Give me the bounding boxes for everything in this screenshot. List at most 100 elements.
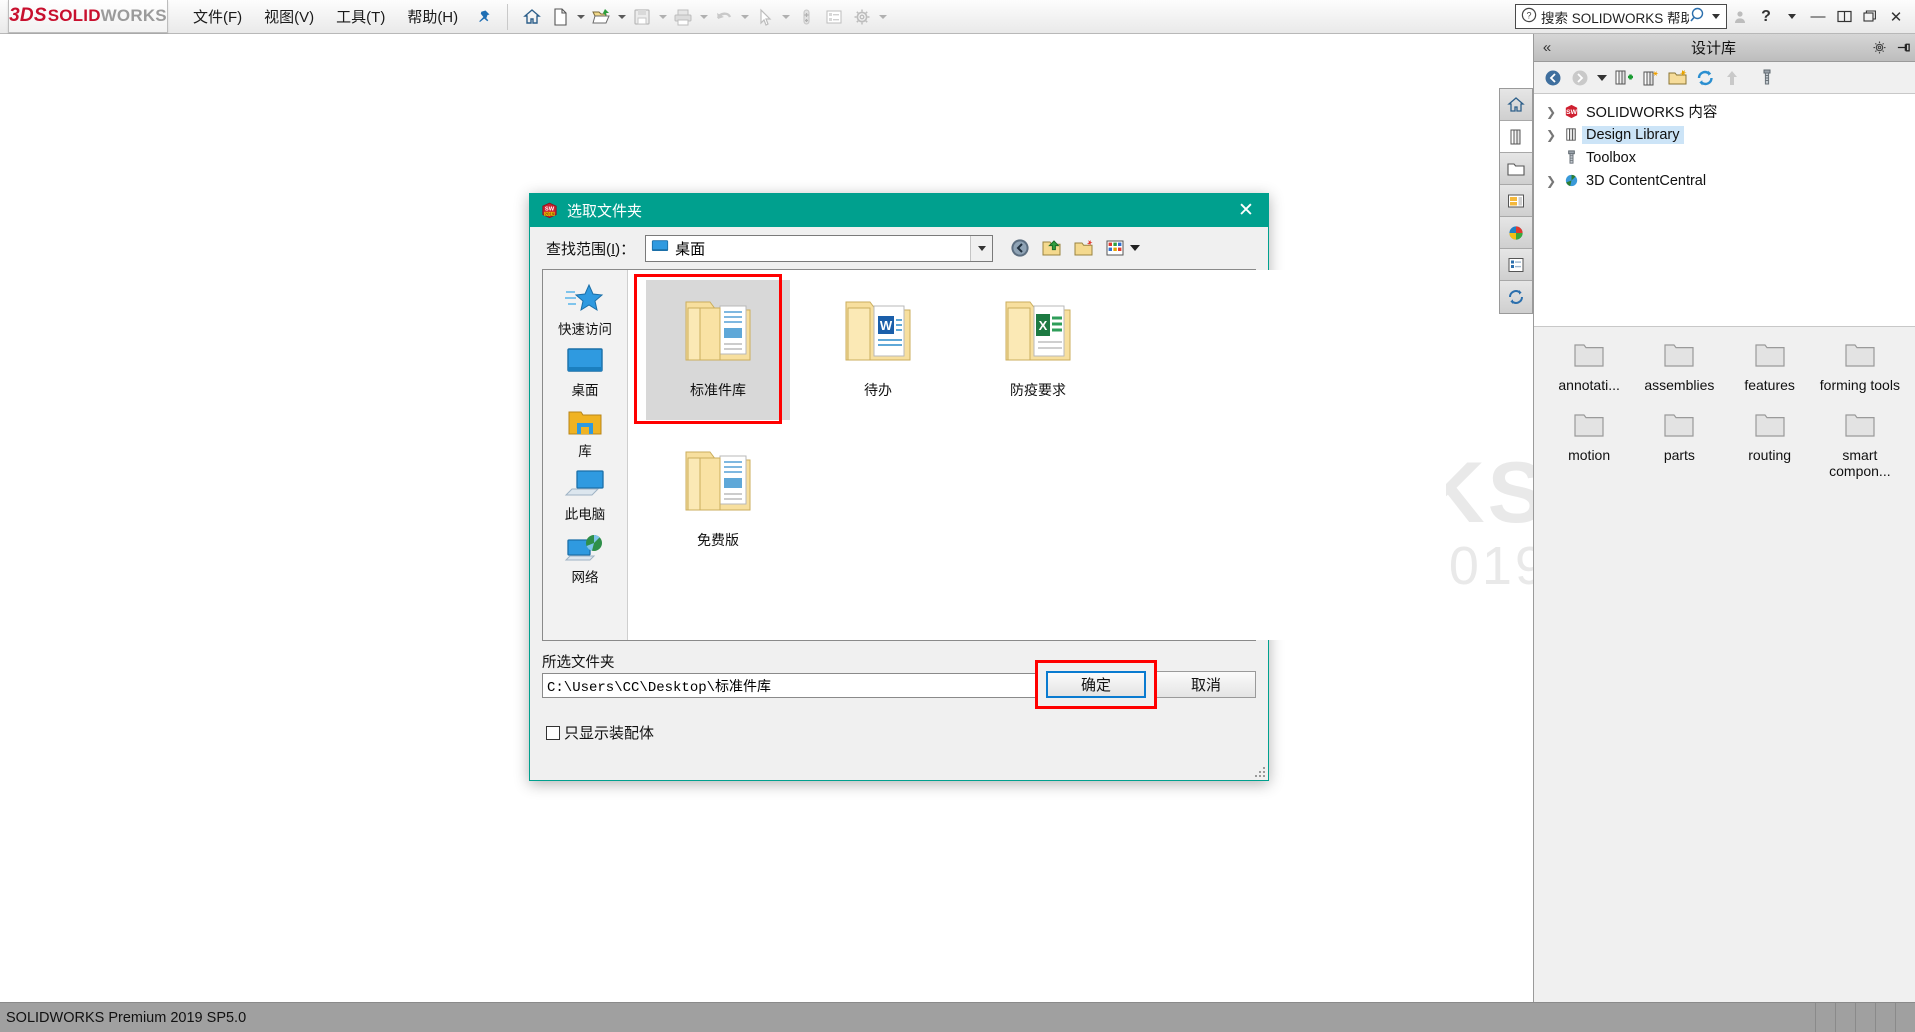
menu-help[interactable]: 帮助(H) bbox=[396, 1, 469, 32]
menu-tools[interactable]: 工具(T) bbox=[325, 1, 396, 32]
only-assemblies-row[interactable]: 只显示装配体 bbox=[546, 722, 1268, 743]
dialog-title-bar[interactable]: SW2019 选取文件夹 ✕ bbox=[530, 194, 1268, 227]
add-file-location-icon[interactable] bbox=[1638, 65, 1664, 91]
library-folder-motion[interactable]: motion bbox=[1544, 411, 1634, 479]
home-icon[interactable] bbox=[518, 3, 546, 31]
cancel-button[interactable]: 取消 bbox=[1156, 671, 1256, 698]
folder-with-excel-doc-icon: X bbox=[994, 288, 1082, 374]
globe-icon bbox=[1560, 172, 1582, 189]
library-folder-routing[interactable]: routing bbox=[1725, 411, 1815, 479]
gear-icon[interactable] bbox=[1867, 40, 1891, 55]
place-network[interactable]: 网络 bbox=[543, 532, 627, 586]
menu-file[interactable]: 文件(F) bbox=[182, 1, 253, 32]
toolbox-icon[interactable] bbox=[1754, 65, 1780, 91]
back-icon[interactable] bbox=[1007, 235, 1033, 261]
refresh-icon[interactable] bbox=[1692, 65, 1718, 91]
pin-icon[interactable] bbox=[475, 9, 491, 25]
ok-button-wrapper: 确定 bbox=[1046, 671, 1146, 698]
folder-icon bbox=[1753, 411, 1787, 443]
look-in-label: 查找范围(I)： bbox=[546, 238, 635, 259]
file-item-standard-parts-library[interactable]: 标准件库 bbox=[646, 280, 790, 420]
only-assemblies-checkbox[interactable] bbox=[546, 726, 560, 740]
library-folder-parts[interactable]: parts bbox=[1634, 411, 1724, 479]
tree-item-solidworks-content[interactable]: ❯ SW SOLIDWORKS 内容 bbox=[1534, 100, 1915, 123]
place-desktop[interactable]: 桌面 bbox=[543, 347, 627, 399]
tab-3d-contentcentral[interactable] bbox=[1500, 217, 1532, 249]
tree-item-design-library[interactable]: ❯ Design Library bbox=[1534, 123, 1915, 146]
back-icon[interactable] bbox=[1540, 65, 1566, 91]
tab-view-palette[interactable] bbox=[1500, 185, 1532, 217]
close-icon[interactable]: ✕ bbox=[1224, 194, 1268, 227]
design-library-icon bbox=[1560, 126, 1582, 143]
tab-design-library[interactable] bbox=[1500, 121, 1532, 153]
open-folder-dropdown-icon[interactable] bbox=[615, 3, 628, 31]
dialog-title: 选取文件夹 bbox=[567, 200, 1224, 221]
status-bar-cells bbox=[1815, 1003, 1915, 1032]
library-folder-smart-components[interactable]: smart compon... bbox=[1815, 411, 1905, 479]
solidworks-logo[interactable]: 3DSSOLIDWORKS bbox=[8, 0, 168, 33]
selected-folder-path-input[interactable]: C:\Users\CC\Desktop\标准件库 bbox=[542, 673, 1036, 698]
search-icon[interactable] bbox=[1689, 6, 1709, 28]
tab-custom-properties[interactable] bbox=[1500, 249, 1532, 281]
library-folder-forming-tools[interactable]: forming tools bbox=[1815, 341, 1905, 393]
views-dropdown-icon[interactable] bbox=[1103, 235, 1141, 261]
design-library-toolbar bbox=[1534, 62, 1915, 94]
tree-item-toolbox[interactable]: Toolbox bbox=[1534, 146, 1915, 169]
status-cell bbox=[1895, 1003, 1915, 1032]
search-dropdown-icon[interactable] bbox=[1709, 14, 1723, 19]
place-label: 此电脑 bbox=[565, 503, 606, 523]
look-in-combo[interactable]: 桌面 bbox=[645, 235, 993, 262]
status-text: SOLIDWORKS Premium 2019 SP5.0 bbox=[0, 1010, 246, 1026]
minimize-button[interactable]: — bbox=[1805, 4, 1831, 30]
places-bar: 快速访问 桌面 库 此电脑 网络 bbox=[543, 270, 628, 640]
place-this-pc[interactable]: 此电脑 bbox=[543, 469, 627, 523]
help-question-icon[interactable]: ? bbox=[1753, 4, 1779, 30]
options-dropdown-icon bbox=[876, 3, 889, 31]
chevron-down-icon[interactable] bbox=[970, 236, 992, 261]
folder-icon bbox=[1662, 411, 1696, 443]
close-button[interactable]: ✕ bbox=[1883, 4, 1909, 30]
tab-home[interactable] bbox=[1500, 89, 1532, 121]
maximize-button[interactable] bbox=[1857, 4, 1883, 30]
history-dropdown-icon[interactable] bbox=[1594, 65, 1610, 91]
open-folder-icon[interactable] bbox=[587, 3, 615, 31]
tree-item-3d-contentcentral[interactable]: ❯ 3D ContentCentral bbox=[1534, 169, 1915, 192]
folder-with-documents-icon bbox=[674, 438, 762, 524]
new-document-icon[interactable] bbox=[546, 3, 574, 31]
place-label: 网络 bbox=[572, 566, 599, 586]
pin-icon[interactable] bbox=[1891, 40, 1915, 55]
library-folder-assemblies[interactable]: assemblies bbox=[1634, 341, 1724, 393]
resize-grip[interactable] bbox=[1253, 765, 1265, 777]
svg-text:?: ? bbox=[1526, 10, 1531, 20]
chevron-right-icon[interactable]: ❯ bbox=[1542, 174, 1560, 188]
chevron-right-icon[interactable]: ❯ bbox=[1542, 128, 1560, 142]
file-item-epidemic-requirements[interactable]: X 防疫要求 bbox=[966, 280, 1110, 420]
create-new-folder-icon[interactable] bbox=[1665, 65, 1691, 91]
chevron-double-left-icon[interactable]: « bbox=[1534, 39, 1560, 56]
library-folder-features[interactable]: features bbox=[1725, 341, 1815, 393]
library-folder-label: annotati... bbox=[1558, 377, 1620, 393]
library-folder-annotations[interactable]: annotati... bbox=[1544, 341, 1634, 393]
file-list[interactable]: 标准件库 W 待办 bbox=[628, 270, 1446, 640]
place-quick-access[interactable]: 快速访问 bbox=[543, 282, 627, 338]
search-input[interactable]: ? 搜索 SOLIDWORKS 帮助 bbox=[1515, 4, 1727, 29]
help-dropdown-icon[interactable] bbox=[1779, 4, 1805, 30]
menu-view[interactable]: 视图(V) bbox=[253, 1, 325, 32]
new-document-dropdown-icon[interactable] bbox=[574, 3, 587, 31]
up-one-level-icon[interactable] bbox=[1039, 235, 1065, 261]
forward-icon bbox=[1567, 65, 1593, 91]
add-to-library-icon[interactable] bbox=[1611, 65, 1637, 91]
chevron-right-icon[interactable]: ❯ bbox=[1542, 105, 1560, 119]
tab-solidworks-forum[interactable] bbox=[1500, 281, 1532, 313]
ok-button[interactable]: 确定 bbox=[1046, 671, 1146, 698]
solidworks-2019-icon: SW2019 bbox=[540, 201, 559, 220]
place-label: 库 bbox=[578, 440, 592, 460]
restore-button[interactable] bbox=[1831, 4, 1857, 30]
place-libraries[interactable]: 库 bbox=[543, 408, 627, 460]
create-new-folder-icon[interactable] bbox=[1071, 235, 1097, 261]
file-item-free-version[interactable]: 免费版 bbox=[646, 430, 790, 570]
svg-text:2019: 2019 bbox=[545, 211, 555, 216]
file-item-todo[interactable]: W 待办 bbox=[806, 280, 950, 420]
tab-file-explorer[interactable] bbox=[1500, 153, 1532, 185]
user-account-icon[interactable] bbox=[1727, 4, 1753, 30]
